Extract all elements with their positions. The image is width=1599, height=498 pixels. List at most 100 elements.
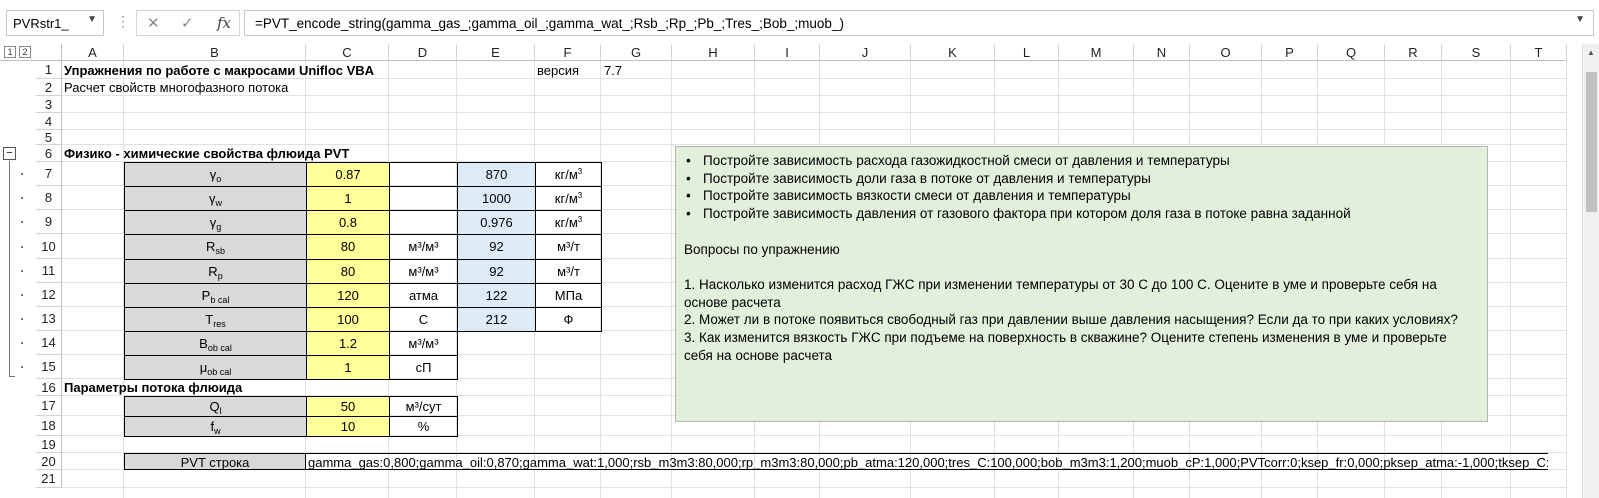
column-header-h[interactable]: H <box>672 44 755 61</box>
enter-icon[interactable]: ✓ <box>181 14 194 32</box>
param-label[interactable]: γo <box>124 162 307 187</box>
sheet-subtitle[interactable]: Расчет свойств многофазного потока <box>64 79 364 96</box>
converted-unit[interactable]: кг/м3 <box>535 210 602 235</box>
exercise-note-box[interactable]: Постройте зависимость расхода газожидкос… <box>675 146 1488 422</box>
flow-param-label[interactable]: Ql <box>124 396 307 417</box>
param-input-value[interactable]: 0.87 <box>306 162 390 187</box>
version-label[interactable]: версия <box>537 62 597 79</box>
flow-param-label[interactable]: fw <box>124 416 307 437</box>
converted-unit[interactable]: м³/т <box>535 234 602 260</box>
flow-param-unit[interactable]: м³/сут <box>389 396 458 417</box>
more-options-icon[interactable]: ⋮ <box>116 13 130 30</box>
param-input-value[interactable]: 120 <box>306 283 390 308</box>
param-input-value[interactable]: 0.8 <box>306 210 390 235</box>
outline-level-2-button[interactable]: 2 <box>19 46 31 58</box>
row-header-15[interactable]: 15 <box>36 355 62 379</box>
row-header-2[interactable]: 2 <box>36 79 62 96</box>
param-label[interactable]: γg <box>124 210 307 235</box>
param-label[interactable]: Pb cal <box>124 283 307 308</box>
scrollbar-thumb[interactable] <box>1586 72 1597 212</box>
converted-unit[interactable]: кг/м3 <box>535 162 602 187</box>
pvt-string-value[interactable]: gamma_gas:0,800;gamma_oil:0,870;gamma_wa… <box>306 453 1548 470</box>
row-header-3[interactable]: 3 <box>36 96 62 113</box>
insert-function-icon[interactable]: fx <box>217 14 231 32</box>
column-header-s[interactable]: S <box>1442 44 1511 61</box>
param-unit[interactable]: м³/м³ <box>389 331 458 356</box>
param-label[interactable]: γw <box>124 186 307 211</box>
column-header-g[interactable]: G <box>601 44 672 61</box>
param-unit[interactable]: атма <box>389 283 458 308</box>
row-header-18[interactable]: 18 <box>36 416 62 436</box>
row-header-19[interactable]: 19 <box>36 436 62 453</box>
row-header-8[interactable]: 8 <box>36 186 62 210</box>
section-flow-title[interactable]: Параметры потока флюида <box>64 379 364 396</box>
param-unit[interactable]: м³/м³ <box>389 234 458 260</box>
vertical-scrollbar[interactable]: ▲ <box>1582 44 1599 498</box>
param-unit[interactable] <box>389 186 458 211</box>
converted-value[interactable]: 92 <box>457 259 536 284</box>
param-label[interactable]: μob cal <box>124 355 307 380</box>
expand-formula-icon[interactable]: ▼ <box>1575 14 1585 25</box>
row-header-14[interactable]: 14 <box>36 331 62 355</box>
param-input-value[interactable]: 1 <box>306 355 390 380</box>
column-header-b[interactable]: B <box>124 44 306 61</box>
param-input-value[interactable]: 80 <box>306 234 390 260</box>
converted-unit[interactable]: Ф <box>535 307 602 332</box>
section-pvt-title[interactable]: Физико - химические свойства флюида PVT <box>64 145 424 162</box>
param-label[interactable]: Rsb <box>124 234 307 260</box>
converted-unit[interactable]: МПа <box>535 283 602 308</box>
column-header-a[interactable]: A <box>62 44 124 61</box>
column-header-o[interactable]: O <box>1190 44 1262 61</box>
column-header-d[interactable]: D <box>389 44 457 61</box>
param-input-value[interactable]: 1 <box>306 186 390 211</box>
param-label[interactable]: Bob cal <box>124 331 307 356</box>
row-header-4[interactable]: 4 <box>36 113 62 130</box>
row-header-21[interactable]: 21 <box>36 470 62 488</box>
formula-input[interactable]: =PVT_encode_string(gamma_gas_;gamma_oil_… <box>244 10 1594 36</box>
row-header-11[interactable]: 11 <box>36 259 62 283</box>
param-input-value[interactable]: 80 <box>306 259 390 284</box>
cancel-icon[interactable]: ✕ <box>147 14 160 32</box>
column-header-t[interactable]: T <box>1511 44 1567 61</box>
row-header-13[interactable]: 13 <box>36 307 62 331</box>
param-unit[interactable] <box>389 210 458 235</box>
converted-value[interactable]: 212 <box>457 307 536 332</box>
outline-level-1-button[interactable]: 1 <box>4 46 16 58</box>
param-unit[interactable]: С <box>389 307 458 332</box>
row-header-9[interactable]: 9 <box>36 210 62 234</box>
row-header-16[interactable]: 16 <box>36 379 62 396</box>
column-header-f[interactable]: F <box>535 44 601 61</box>
converted-unit[interactable]: м³/т <box>535 259 602 284</box>
column-header-n[interactable]: N <box>1134 44 1190 61</box>
row-header-12[interactable]: 12 <box>36 283 62 307</box>
scroll-up-icon[interactable]: ▲ <box>1587 48 1595 57</box>
param-input-value[interactable]: 100 <box>306 307 390 332</box>
column-header-k[interactable]: K <box>911 44 995 61</box>
converted-value[interactable]: 0.976 <box>457 210 536 235</box>
converted-unit[interactable]: кг/м3 <box>535 186 602 211</box>
column-header-l[interactable]: L <box>995 44 1059 61</box>
row-header-20[interactable]: 20 <box>36 453 62 470</box>
param-unit[interactable]: м³/м³ <box>389 259 458 284</box>
converted-value[interactable]: 92 <box>457 234 536 260</box>
row-header-10[interactable]: 10 <box>36 234 62 259</box>
column-header-q[interactable]: Q <box>1318 44 1385 61</box>
param-input-value[interactable]: 1.2 <box>306 331 390 356</box>
column-header-j[interactable]: J <box>820 44 911 61</box>
column-header-i[interactable]: I <box>755 44 820 61</box>
outline-collapse-button[interactable]: − <box>3 147 16 160</box>
pvt-string-label[interactable]: PVT строка <box>124 453 306 470</box>
param-label[interactable]: Tres <box>124 307 307 332</box>
chevron-down-icon[interactable]: ▼ <box>87 14 97 25</box>
version-value[interactable]: 7.7 <box>604 62 664 79</box>
row-header-6[interactable]: 6 <box>36 145 62 162</box>
flow-input-value[interactable]: 10 <box>306 416 390 437</box>
converted-value[interactable]: 870 <box>457 162 536 187</box>
sheet-title[interactable]: Упражнения по работе с макросами Unifloc… <box>64 62 404 79</box>
flow-input-value[interactable]: 50 <box>306 396 390 417</box>
converted-value[interactable]: 1000 <box>457 186 536 211</box>
flow-param-unit[interactable]: % <box>389 416 458 437</box>
row-header-1[interactable]: 1 <box>36 61 62 79</box>
param-unit[interactable] <box>389 162 458 187</box>
row-header-17[interactable]: 17 <box>36 396 62 416</box>
